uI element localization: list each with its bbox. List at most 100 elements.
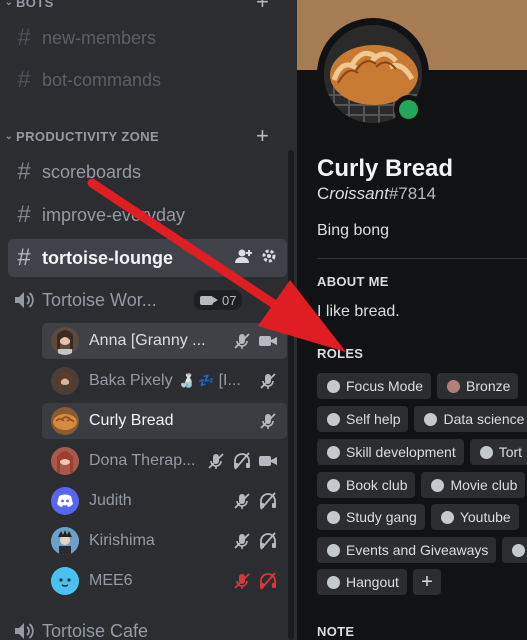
gear-icon[interactable] bbox=[261, 248, 277, 268]
channel-improve-everyday[interactable]: # improve-everyday bbox=[8, 198, 287, 232]
user-name: Kirishima bbox=[89, 532, 155, 549]
role-chip[interactable]: Movie club bbox=[421, 472, 526, 498]
category-productivity-zone[interactable]: ⌄ PRODUCTIVITY ZONE + bbox=[0, 125, 269, 147]
add-role-button[interactable]: + bbox=[412, 569, 441, 595]
video-count-badge: 07 bbox=[194, 290, 243, 310]
role-label: Bronze bbox=[466, 378, 511, 394]
profile-bio: Bing bong bbox=[317, 222, 390, 239]
server-deafened-icon bbox=[259, 572, 277, 590]
note-heading: NOTE bbox=[317, 624, 355, 639]
speaker-icon bbox=[8, 621, 40, 640]
role-chip[interactable]: Youtube bbox=[430, 504, 519, 530]
role-label: Focus Mode bbox=[346, 378, 424, 394]
chevron-down-icon: ⌄ bbox=[4, 130, 14, 142]
add-channel-icon[interactable]: + bbox=[256, 0, 269, 13]
mic-muted-icon bbox=[259, 372, 277, 390]
user-name: Dona Therap... bbox=[89, 452, 196, 469]
invite-icon[interactable] bbox=[235, 248, 253, 268]
user-name: Anna [Granny ... bbox=[89, 332, 206, 349]
voice-user-kirishima[interactable]: Kirishima bbox=[42, 523, 287, 559]
mic-muted-icon bbox=[233, 332, 251, 350]
channel-label: tortoise-lounge bbox=[42, 247, 173, 268]
avatar bbox=[51, 447, 79, 475]
role-color-dot bbox=[431, 478, 445, 492]
role-chip[interactable] bbox=[502, 537, 527, 563]
role-label: Data science bbox=[443, 411, 525, 427]
category-bots[interactable]: ⌄ BOTS + bbox=[0, 0, 269, 13]
camera-icon bbox=[200, 295, 218, 305]
role-label: Tort bbox=[498, 444, 523, 460]
role-chip[interactable]: Self help bbox=[317, 406, 409, 432]
voice-channel-label: Tortoise Wor... bbox=[42, 289, 157, 310]
user-profile-panel: Curly Bread Croissant#7814 Bing bong ABO… bbox=[297, 0, 527, 640]
channel-new-members[interactable]: # new-members bbox=[8, 21, 287, 55]
user-name: Judith bbox=[89, 492, 132, 509]
hash-icon: # bbox=[17, 244, 31, 271]
channel-tortoise-lounge[interactable]: # tortoise-lounge bbox=[8, 239, 287, 277]
sidebar-scrollbar[interactable] bbox=[288, 150, 294, 640]
role-color-dot bbox=[327, 543, 340, 557]
role-chip[interactable]: Book club bbox=[317, 472, 416, 498]
role-chip[interactable]: Tort bbox=[469, 439, 527, 465]
speaker-icon bbox=[8, 290, 40, 310]
profile-display-name: Curly Bread bbox=[317, 155, 454, 182]
user-name: MEE6 bbox=[89, 572, 133, 589]
voice-user-baka-pixely[interactable]: Baka Pixely 🍶 💤 [I... bbox=[42, 363, 287, 399]
voice-channel-tortoise-cafe[interactable]: Tortoise Cafe bbox=[8, 614, 287, 640]
role-color-dot bbox=[440, 510, 454, 524]
mic-muted-icon bbox=[207, 452, 225, 470]
hash-icon: # bbox=[17, 24, 31, 51]
role-label: Skill development bbox=[346, 444, 456, 460]
channel-sidebar: ⌄ BOTS + # new-members # bot-commands ⌄ … bbox=[0, 0, 297, 640]
video-count: 07 bbox=[222, 292, 237, 308]
role-color-dot bbox=[327, 412, 340, 426]
role-chip[interactable]: Events and Giveaways bbox=[317, 537, 497, 563]
role-chip[interactable]: Hangout bbox=[317, 569, 407, 595]
role-chip[interactable]: Skill development bbox=[317, 439, 464, 465]
role-color-dot bbox=[424, 412, 438, 426]
chevron-down-icon: ⌄ bbox=[4, 0, 14, 8]
voice-user-dona[interactable]: Dona Therap... bbox=[42, 443, 287, 479]
discriminator: #7814 bbox=[388, 184, 437, 203]
role-color-dot bbox=[479, 445, 493, 459]
about-me-text: I like bread. bbox=[317, 303, 400, 320]
role-label: Movie club bbox=[450, 477, 518, 493]
voice-user-anna[interactable]: Anna [Granny ... bbox=[42, 323, 287, 359]
hash-icon: # bbox=[17, 66, 31, 93]
role-label: Hangout bbox=[346, 574, 399, 590]
role-color-dot bbox=[327, 478, 340, 492]
voice-user-judith[interactable]: Judith bbox=[42, 483, 287, 519]
profile-username: Croissant#7814 bbox=[317, 184, 436, 204]
channel-bot-commands[interactable]: # bot-commands bbox=[8, 63, 287, 97]
voice-user-curly-bread[interactable]: Curly Bread bbox=[42, 403, 287, 439]
channel-scoreboards[interactable]: # scoreboards bbox=[8, 155, 287, 189]
role-chip[interactable]: Data science bbox=[414, 406, 527, 432]
role-chip[interactable]: Study gang bbox=[317, 504, 425, 530]
role-color-dot bbox=[512, 543, 526, 557]
role-label: Self help bbox=[346, 411, 401, 427]
role-label: Study gang bbox=[346, 509, 417, 525]
username-rest: roissant bbox=[329, 184, 389, 203]
role-color-dot bbox=[327, 510, 340, 524]
avatar bbox=[51, 487, 79, 515]
hash-icon: # bbox=[17, 201, 31, 228]
mic-muted-icon bbox=[233, 492, 251, 510]
avatar bbox=[51, 327, 79, 355]
camera-icon bbox=[259, 334, 277, 348]
role-label: Events and Giveaways bbox=[346, 542, 489, 558]
avatar bbox=[51, 567, 79, 595]
avatar bbox=[51, 407, 79, 435]
add-channel-icon[interactable]: + bbox=[256, 125, 269, 147]
roles-heading: ROLES bbox=[317, 346, 364, 361]
user-name-extra: [I... bbox=[218, 372, 241, 389]
avatar bbox=[51, 367, 79, 395]
channel-label: bot-commands bbox=[42, 69, 162, 90]
voice-user-mee6[interactable]: MEE6 bbox=[42, 563, 287, 599]
role-label: Youtube bbox=[459, 509, 511, 525]
role-chip[interactable]: Bronze bbox=[437, 373, 519, 399]
deafened-icon bbox=[259, 532, 277, 550]
voice-channel-tortoise-work[interactable]: Tortoise Wor... 07 bbox=[8, 283, 287, 317]
mic-muted-icon bbox=[259, 412, 277, 430]
avatar bbox=[51, 527, 79, 555]
role-chip[interactable]: Focus Mode bbox=[317, 373, 432, 399]
